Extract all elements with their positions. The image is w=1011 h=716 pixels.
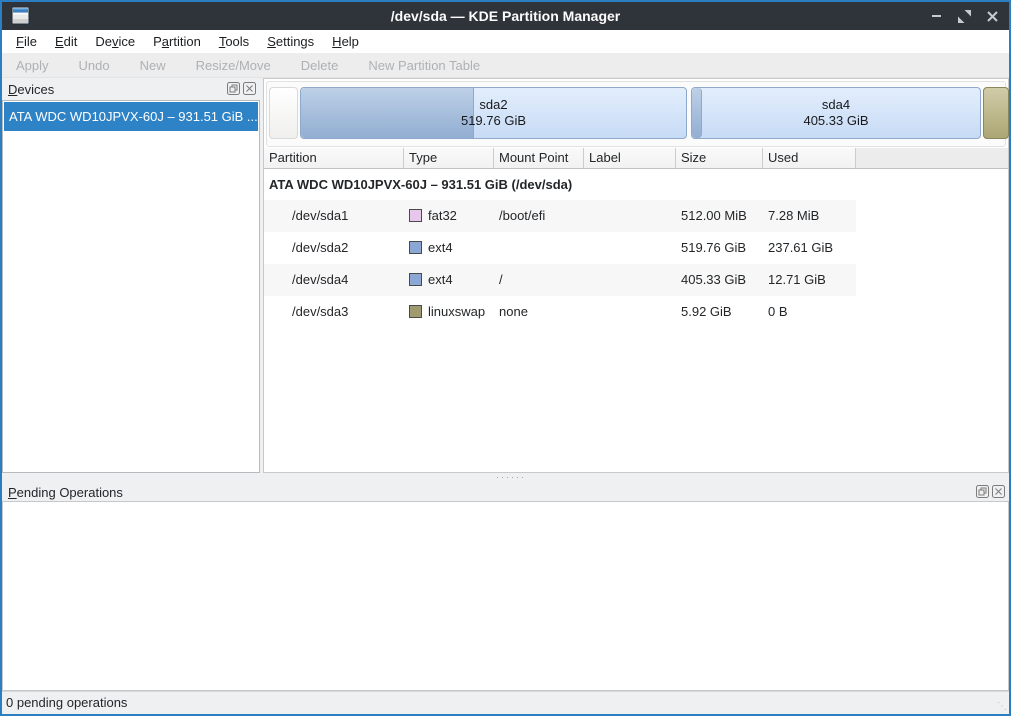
close-icon[interactable] bbox=[985, 9, 999, 23]
cell-partition: /dev/sda4 bbox=[264, 264, 404, 296]
column-header-partition[interactable]: Partition bbox=[264, 148, 404, 169]
partition-segment-sda3[interactable] bbox=[983, 87, 1009, 139]
segment-name: sda4 bbox=[803, 97, 868, 113]
menu-settings[interactable]: Settings bbox=[258, 30, 323, 53]
column-header-used[interactable]: Used bbox=[763, 148, 856, 169]
devices-close-icon[interactable] bbox=[243, 82, 256, 95]
kde-partition-manager-window: /dev/sda — KDE Partition Manager File Ed… bbox=[0, 0, 1011, 716]
partition-segment-sda1[interactable] bbox=[269, 87, 298, 139]
tool-bar: Apply Undo New Resize/Move Delete New Pa… bbox=[2, 53, 1009, 78]
window-title: /dev/sda — KDE Partition Manager bbox=[2, 2, 1009, 30]
partition-segment-sda4[interactable]: sda4 405.33 GiB bbox=[691, 87, 981, 139]
fstype-swatch bbox=[409, 305, 422, 318]
cell-partition: /dev/sda2 bbox=[264, 232, 404, 264]
cell-partition: /dev/sda1 bbox=[264, 200, 404, 232]
cell-type: ext4 bbox=[428, 240, 453, 255]
delete-button[interactable]: Delete bbox=[301, 58, 339, 73]
menu-bar: File Edit Device Partition Tools Setting… bbox=[2, 30, 1009, 53]
segment-size: 405.33 GiB bbox=[803, 113, 868, 129]
partition-bar: sda2 519.76 GiB sda4 405.33 GiB bbox=[266, 81, 1006, 147]
devices-panel-title: Devices bbox=[8, 80, 54, 100]
status-text: 0 pending operations bbox=[6, 695, 127, 710]
column-header-type[interactable]: Type bbox=[404, 148, 494, 169]
new-partition-table-button[interactable]: New Partition Table bbox=[368, 58, 480, 73]
pending-operations-list bbox=[2, 501, 1009, 691]
cell-label bbox=[584, 296, 676, 328]
table-header: Partition Type Mount Point Label Size Us… bbox=[264, 148, 1008, 169]
fstype-swatch bbox=[409, 241, 422, 254]
devices-list: ATA WDC WD10JPVX-60J – 931.51 GiB ... bbox=[2, 100, 260, 473]
pending-operations-title: Pending Operations bbox=[8, 483, 123, 503]
cell-size: 519.76 GiB bbox=[676, 232, 763, 264]
fstype-swatch bbox=[409, 209, 422, 222]
column-header-size[interactable]: Size bbox=[676, 148, 763, 169]
maximize-button[interactable] bbox=[957, 9, 971, 23]
table-row[interactable]: /dev/sda3 linuxswap none 5.92 GiB 0 B bbox=[264, 296, 856, 328]
cell-label bbox=[584, 264, 676, 296]
cell-label bbox=[584, 232, 676, 264]
column-header-mount-point[interactable]: Mount Point bbox=[494, 148, 584, 169]
cell-mount-point: / bbox=[494, 264, 584, 296]
sda4-used-fill bbox=[692, 88, 702, 138]
partition-view: sda2 519.76 GiB sda4 405.33 GiB Partitio… bbox=[263, 78, 1009, 473]
cell-label bbox=[584, 200, 676, 232]
table-row[interactable]: /dev/sda4 ext4 / 405.33 GiB 12.71 GiB bbox=[264, 264, 856, 296]
cell-type: linuxswap bbox=[428, 304, 485, 319]
cell-partition: /dev/sda3 bbox=[264, 296, 404, 328]
cell-used: 0 B bbox=[763, 296, 856, 328]
status-bar: 0 pending operations ⋱ bbox=[2, 691, 1009, 714]
segment-name: sda2 bbox=[461, 97, 526, 113]
segment-size: 519.76 GiB bbox=[461, 113, 526, 129]
cell-mount-point bbox=[494, 232, 584, 264]
column-header-filler bbox=[856, 148, 1008, 169]
device-group-header[interactable]: ATA WDC WD10JPVX-60J – 931.51 GiB (/dev/… bbox=[264, 169, 1008, 200]
menu-edit[interactable]: Edit bbox=[46, 30, 86, 53]
sda2-used-fill bbox=[301, 88, 474, 138]
cell-mount-point: none bbox=[494, 296, 584, 328]
pending-close-icon[interactable] bbox=[992, 485, 1005, 498]
new-button[interactable]: New bbox=[140, 58, 166, 73]
cell-mount-point: /boot/efi bbox=[494, 200, 584, 232]
resize-move-button[interactable]: Resize/Move bbox=[196, 58, 271, 73]
device-list-item[interactable]: ATA WDC WD10JPVX-60J – 931.51 GiB ... bbox=[4, 102, 258, 131]
cell-size: 5.92 GiB bbox=[676, 296, 763, 328]
table-row[interactable]: /dev/sda2 ext4 519.76 GiB 237.61 GiB bbox=[264, 232, 856, 264]
cell-type: fat32 bbox=[428, 208, 457, 223]
menu-partition[interactable]: Partition bbox=[144, 30, 210, 53]
splitter-handle[interactable]: ······ bbox=[2, 473, 1009, 481]
cell-size: 405.33 GiB bbox=[676, 264, 763, 296]
devices-float-icon[interactable] bbox=[227, 82, 240, 95]
menu-help[interactable]: Help bbox=[323, 30, 368, 53]
menu-file[interactable]: File bbox=[7, 30, 46, 53]
title-bar[interactable]: /dev/sda — KDE Partition Manager bbox=[2, 2, 1009, 30]
partition-table: Partition Type Mount Point Label Size Us… bbox=[264, 148, 1008, 328]
apply-button[interactable]: Apply bbox=[16, 58, 49, 73]
undo-button[interactable]: Undo bbox=[79, 58, 110, 73]
cell-used: 12.71 GiB bbox=[763, 264, 856, 296]
resize-grip[interactable]: ⋱ bbox=[997, 702, 1007, 712]
fstype-swatch bbox=[409, 273, 422, 286]
minimize-button[interactable] bbox=[929, 9, 943, 23]
cell-type: ext4 bbox=[428, 272, 453, 287]
table-row[interactable]: /dev/sda1 fat32 /boot/efi 512.00 MiB 7.2… bbox=[264, 200, 856, 232]
menu-device[interactable]: Device bbox=[86, 30, 144, 53]
menu-tools[interactable]: Tools bbox=[210, 30, 258, 53]
pending-float-icon[interactable] bbox=[976, 485, 989, 498]
cell-used: 237.61 GiB bbox=[763, 232, 856, 264]
column-header-label[interactable]: Label bbox=[584, 148, 676, 169]
partition-segment-sda2[interactable]: sda2 519.76 GiB bbox=[300, 87, 687, 139]
cell-used: 7.28 MiB bbox=[763, 200, 856, 232]
cell-size: 512.00 MiB bbox=[676, 200, 763, 232]
